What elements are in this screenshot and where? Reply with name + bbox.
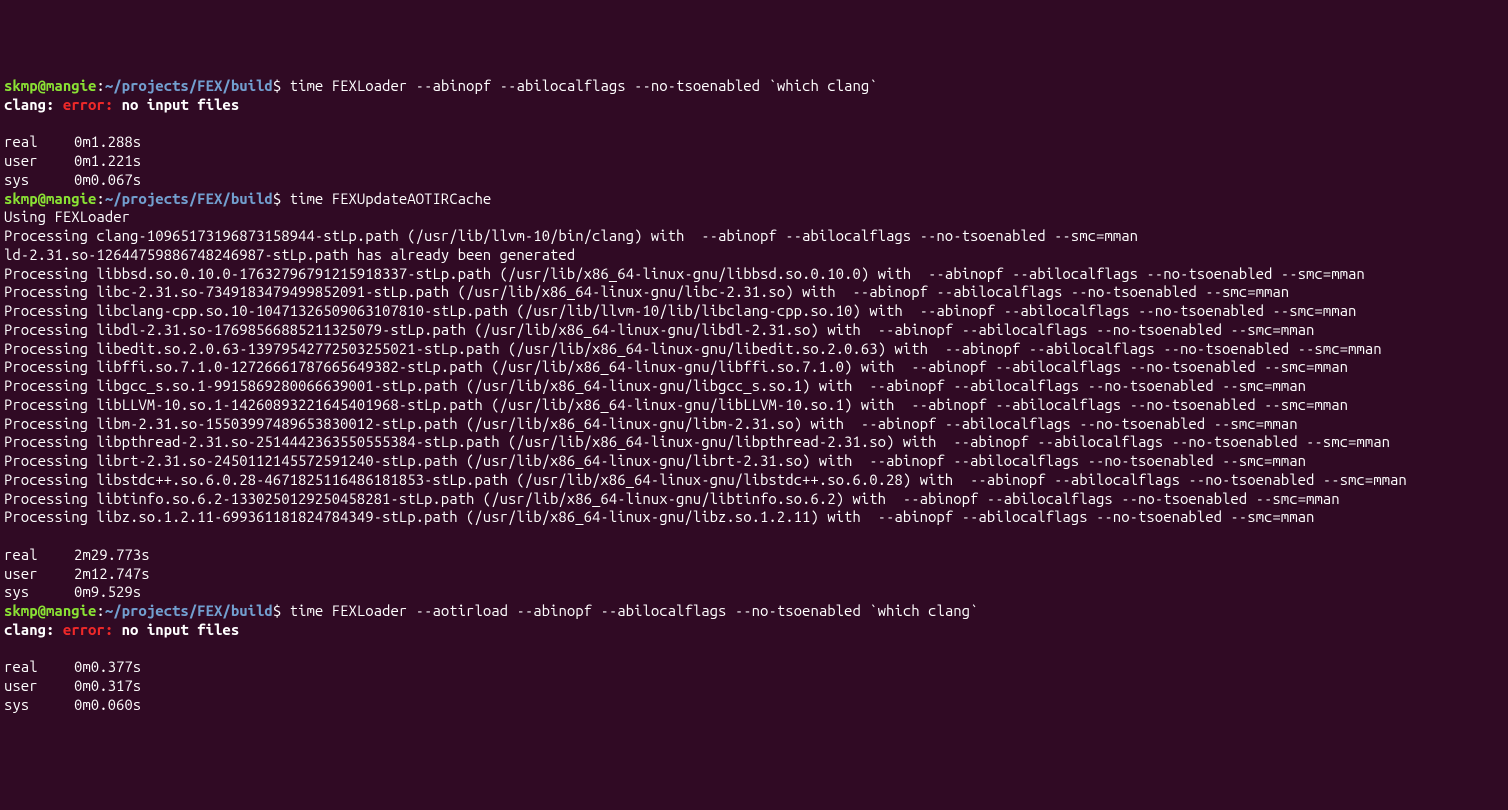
time-real-value: 0m0.377s [74,658,141,675]
prompt-colon: : [96,190,104,207]
prompt-dollar: $ [273,77,281,94]
prompt-user: skmp [4,602,38,619]
prompt-host: mangie [46,190,96,207]
processing-line: Processing libstdc++.so.6.0.28-467182511… [4,471,1504,490]
processing-line: Processing libz.so.1.2.11-69936118182478… [4,508,1504,527]
terminal-output[interactable]: skmp@mangie:~/projects/FEX/build$ time F… [4,77,1504,715]
processing-line: Processing libc-2.31.so-7349183479499852… [4,283,1504,302]
processing-line: Processing libm-2.31.so-1550399748965383… [4,415,1504,434]
time-sys-label: sys [4,696,74,715]
time-sys-2: sys0m9.529s [4,583,1504,602]
prompt-at: @ [38,77,46,94]
prompt-user: skmp [4,190,38,207]
prompt-dollar: $ [273,190,281,207]
processing-line: Processing libedit.so.2.0.63-13979542772… [4,340,1504,359]
command-1: time FEXLoader --abinopf --abilocalflags… [281,77,877,94]
time-real-3: real0m0.377s [4,658,1504,677]
blank-line [4,527,1504,546]
error-msg: no input files [113,96,239,113]
blank-line [4,115,1504,134]
prompt-path: ~/projects/FEX/build [105,77,273,94]
time-user-1: user0m1.221s [4,152,1504,171]
error-label: error: [63,621,113,638]
clang-prefix: clang: [4,621,63,638]
time-real-label: real [4,546,74,565]
processing-output: Processing clang-10965173196873158944-st… [4,227,1504,527]
time-sys-value: 0m0.067s [74,171,141,188]
prompt-dollar: $ [273,602,281,619]
prompt-colon: : [96,77,104,94]
prompt-path: ~/projects/FEX/build [105,190,273,207]
time-real-value: 0m1.288s [74,133,141,150]
prompt-host: mangie [46,602,96,619]
time-user-label: user [4,152,74,171]
blank-line [4,640,1504,659]
time-sys-label: sys [4,171,74,190]
time-user-2: user2m12.747s [4,565,1504,584]
time-real-1: real0m1.288s [4,133,1504,152]
time-user-3: user0m0.317s [4,677,1504,696]
error-label: error: [63,96,113,113]
time-sys-value: 0m9.529s [74,583,141,600]
prompt-line-1: skmp@mangie:~/projects/FEX/build$ time F… [4,77,1504,96]
clang-prefix: clang: [4,96,63,113]
command-2: time FEXUpdateAOTIRCache [281,190,491,207]
prompt-at: @ [38,190,46,207]
prompt-colon: : [96,602,104,619]
prompt-line-2: skmp@mangie:~/projects/FEX/build$ time F… [4,190,1504,209]
time-sys-value: 0m0.060s [74,696,141,713]
using-line: Using FEXLoader [4,208,1504,227]
processing-line: Processing libpthread-2.31.so-2514442363… [4,433,1504,452]
processing-line: Processing libtinfo.so.6.2-1330250129250… [4,490,1504,509]
processing-line: ld-2.31.so-12644759886748246987-stLp.pat… [4,246,1504,265]
prompt-user: skmp [4,77,38,94]
time-real-value: 2m29.773s [74,546,150,563]
processing-line: Processing librt-2.31.so-245011214557259… [4,452,1504,471]
time-user-value: 0m1.221s [74,152,141,169]
time-user-label: user [4,565,74,584]
time-user-label: user [4,677,74,696]
clang-error-1: clang: error: no input files [4,96,1504,115]
time-user-value: 0m0.317s [74,677,141,694]
prompt-path: ~/projects/FEX/build [105,602,273,619]
processing-line: Processing libbsd.so.0.10.0-176327967912… [4,265,1504,284]
processing-line: Processing libgcc_s.so.1-991586928006663… [4,377,1504,396]
processing-line: Processing libdl-2.31.so-176985668852113… [4,321,1504,340]
time-sys-1: sys0m0.067s [4,171,1504,190]
time-real-label: real [4,658,74,677]
processing-line: Processing libLLVM-10.so.1-1426089322164… [4,396,1504,415]
time-user-value: 2m12.747s [74,565,150,582]
prompt-host: mangie [46,77,96,94]
prompt-at: @ [38,602,46,619]
time-sys-label: sys [4,583,74,602]
time-sys-3: sys0m0.060s [4,696,1504,715]
processing-line: Processing libffi.so.7.1.0-1272666178766… [4,358,1504,377]
error-msg: no input files [113,621,239,638]
time-real-2: real2m29.773s [4,546,1504,565]
command-3: time FEXLoader --aotirload --abinopf --a… [281,602,978,619]
processing-line: Processing clang-10965173196873158944-st… [4,227,1504,246]
processing-line: Processing libclang-cpp.so.10-1047132650… [4,302,1504,321]
clang-error-2: clang: error: no input files [4,621,1504,640]
prompt-line-3: skmp@mangie:~/projects/FEX/build$ time F… [4,602,1504,621]
time-real-label: real [4,133,74,152]
